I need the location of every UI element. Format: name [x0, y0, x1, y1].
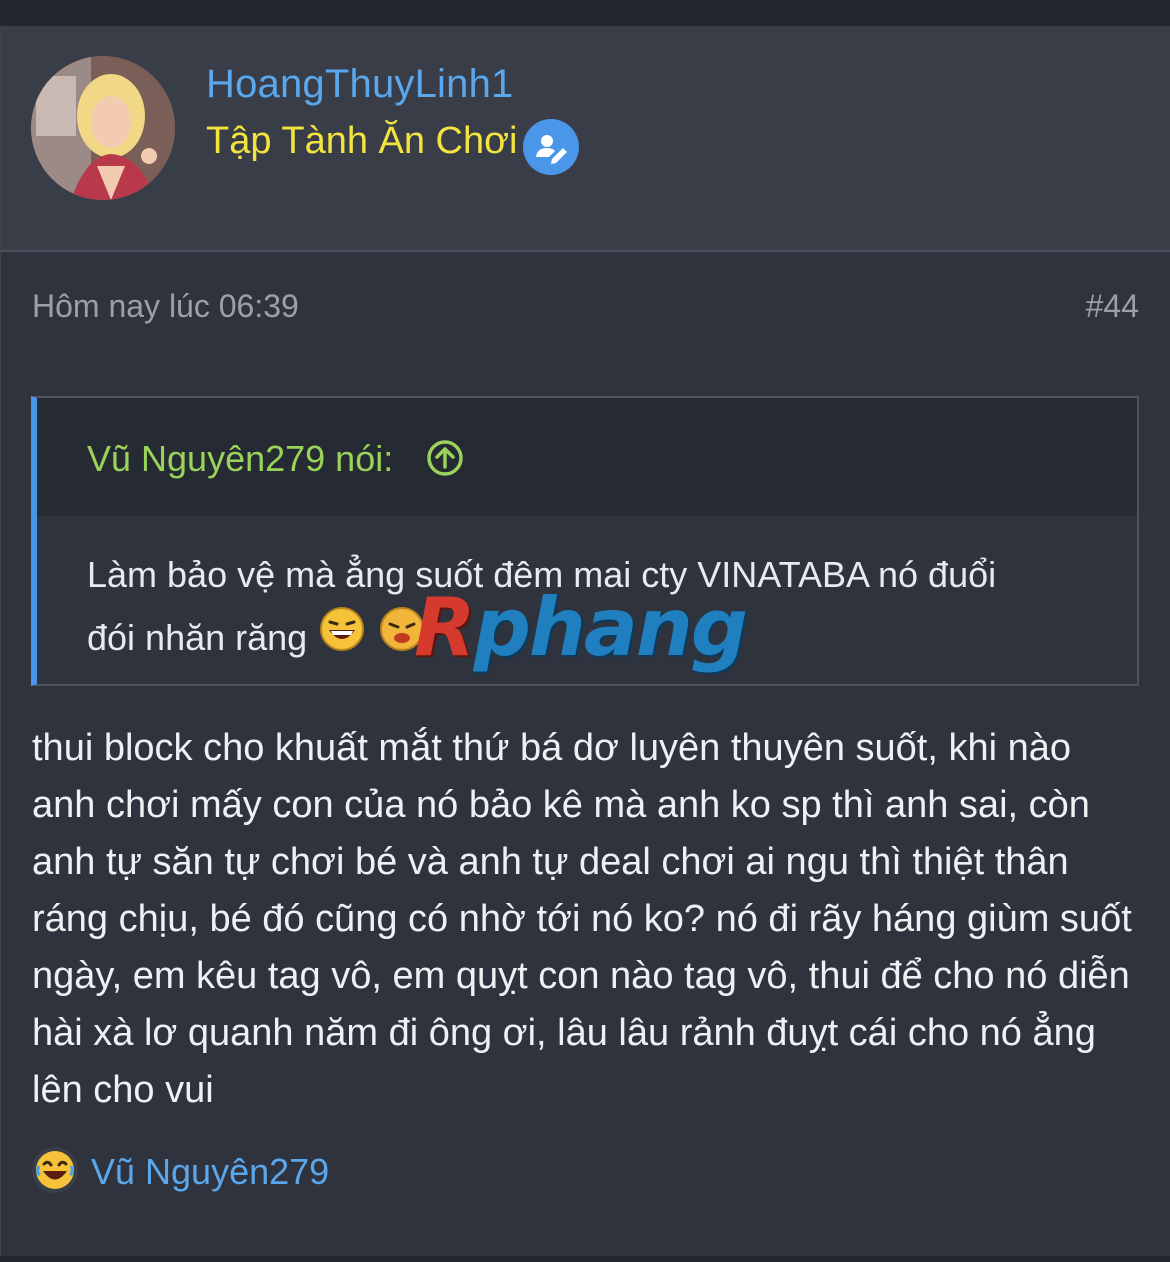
reaction-user[interactable]: Vũ Nguyên279 — [91, 1151, 329, 1193]
reaction-bar[interactable]: Vũ Nguyên279 — [29, 1144, 329, 1200]
username[interactable]: HoangThuyLinh1 — [206, 62, 513, 107]
arrow-up-circle-icon[interactable] — [425, 438, 465, 478]
post-container: HoangThuyLinh1 Tập Tành Ăn Chơi Hôm nay … — [0, 26, 1170, 1256]
user-title: Tập Tành Ăn Chơi — [206, 120, 518, 162]
laughing-emoji-icon — [317, 604, 367, 671]
post-number[interactable]: #44 — [1086, 288, 1139, 325]
user-header: HoangThuyLinh1 Tập Tành Ăn Chơi — [1, 26, 1170, 252]
post-timestamp[interactable]: Hôm nay lúc 06:39 — [32, 288, 299, 325]
quote-header: Vũ Nguyên279 nói: — [37, 398, 1137, 516]
avatar-image — [31, 56, 175, 200]
top-strip — [0, 0, 1170, 26]
laugh-reaction-icon[interactable] — [29, 1144, 81, 1201]
user-edit-icon[interactable] — [523, 119, 579, 175]
watermark-logo: Rphang — [414, 581, 748, 674]
avatar[interactable] — [31, 56, 175, 200]
quote-line-2: đói nhăn răng — [87, 616, 308, 658]
quote-author[interactable]: Vũ Nguyên279 nói: — [87, 438, 393, 480]
bottom-strip — [0, 1256, 1170, 1262]
quote-line-2-row: đói nhăn răng — [87, 604, 427, 671]
post-body-text: thui block cho khuất mắt thứ bá dơ luyên… — [32, 727, 1132, 1111]
